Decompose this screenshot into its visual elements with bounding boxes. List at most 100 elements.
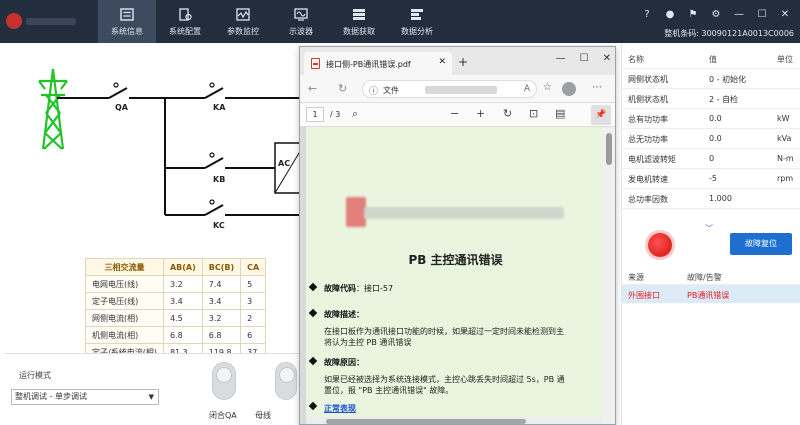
switch-kb-label: KB xyxy=(213,175,226,184)
rotate-icon[interactable]: ↻ xyxy=(503,107,512,120)
fault-row[interactable]: 外围接口 PB通讯错误 xyxy=(622,285,800,303)
horizontal-scrollbar[interactable] xyxy=(306,417,605,424)
toggle-close-qa[interactable] xyxy=(212,362,236,400)
scroll-thumb[interactable] xyxy=(606,133,612,165)
col-header: 值 xyxy=(709,55,717,64)
status-panel: 名称 值 单位 网侧状态机 0 - 初始化 机侧状态机 2 - 自检 总有功功率 0.… xyxy=(621,43,800,425)
row-label: 定子电压(线) xyxy=(85,292,164,310)
fault-code-value: ：接口-57 xyxy=(356,284,394,293)
table-row: 网侧状态机 0 - 初始化 xyxy=(622,69,800,89)
single-line-diagram xyxy=(38,68,301,216)
vertical-scrollbar[interactable] xyxy=(603,127,615,424)
more-options-icon[interactable]: ⋯ xyxy=(592,82,602,93)
status-value: 0 - 初始化 xyxy=(709,75,747,84)
chevron-down-icon[interactable]: ﹀ xyxy=(705,223,713,234)
settings-icon[interactable]: ⚙ xyxy=(709,8,723,22)
read-aloud-icon[interactable]: A xyxy=(524,84,530,94)
bullet-diamond-icon xyxy=(308,401,318,411)
refresh-icon[interactable]: ↻ xyxy=(338,82,347,95)
converter-label: AC xyxy=(278,159,291,168)
close-icon[interactable]: ✕ xyxy=(603,53,611,64)
fault-table-header: 来源 故障/告警 xyxy=(622,267,800,285)
minimize-icon[interactable]: — xyxy=(556,53,566,64)
cell-ab: 4.5 xyxy=(162,309,203,327)
page-number-input[interactable]: 1 xyxy=(306,107,324,122)
status-value: 0.0 xyxy=(709,114,722,123)
tab-param-monitor[interactable]: 参数监控 xyxy=(214,0,272,43)
table-row: 网侧电流(相) 4.5 3.2 2 xyxy=(85,309,267,327)
tab-label: 示波器 xyxy=(289,27,313,36)
run-mode-label: 运行模式 xyxy=(19,371,51,380)
toggle-bus[interactable] xyxy=(275,362,297,400)
switch-kc-label: KC xyxy=(213,221,225,230)
pdf-toolbar: 1 / 3 ⌕ − + ↻ ⊡ ▤ 📌 xyxy=(300,103,615,127)
status-name: 机侧状态机 xyxy=(628,95,668,104)
cell-ca: 2 xyxy=(240,309,267,327)
tab-system-config[interactable]: 系统配置 xyxy=(156,0,214,43)
status-unit: kVa xyxy=(777,134,792,143)
table-row: 电机滤波转矩 0 N-m xyxy=(622,149,800,169)
cell-bc: 6.8 xyxy=(201,326,242,344)
col-header: 故障/告警 xyxy=(687,273,722,282)
data-analysis-icon xyxy=(411,9,423,20)
desc-label: 故障描述 xyxy=(324,310,356,319)
minimize-icon[interactable]: — xyxy=(732,8,746,22)
company-logo-blurred xyxy=(346,197,366,227)
toggle-label: 闭合QA xyxy=(209,411,237,420)
pdf-document-area: PB 主控通讯错误 故障代码：接口-57 故障描述： 在接口板作为通讯接口功能的… xyxy=(300,127,605,424)
desc-text-line: 将认为主控 PB 通讯错误 xyxy=(324,338,412,347)
maximize-icon[interactable]: ☐ xyxy=(580,53,589,64)
browser-tab-pdf[interactable]: 接口侧-PB通讯错误.pdf ✕ xyxy=(304,52,452,75)
scroll-thumb[interactable] xyxy=(326,419,526,424)
status-value: 0.0 xyxy=(709,134,722,143)
pdf-viewer-window: 接口侧-PB通讯错误.pdf ✕ + — ☐ ✕ ← ↻ ⓘ 文件 A ☆ ⋯ xyxy=(299,46,616,425)
bullet-fault-cause: 故障原因： xyxy=(308,356,364,368)
fault-source: 外围接口 xyxy=(628,291,660,300)
col-header: 名称 xyxy=(628,55,644,64)
status-name: 总有功功率 xyxy=(628,115,668,124)
run-mode-select[interactable]: 整机调试 - 单步调试 ▼ xyxy=(11,389,159,405)
favorite-star-icon[interactable]: ☆ xyxy=(543,82,552,93)
bullet-fault-desc: 故障描述： xyxy=(308,308,364,320)
tab-label: 系统信息 xyxy=(111,27,143,36)
flag-icon[interactable]: ⚑ xyxy=(686,8,700,22)
maximize-icon[interactable]: ☐ xyxy=(755,8,769,22)
doc-title: PB 主控通讯错误 xyxy=(408,253,503,267)
user-icon[interactable]: ● xyxy=(663,8,677,22)
tab-data-fetch[interactable]: 数据获取 xyxy=(330,0,388,43)
tab-system-info[interactable]: 系统信息 xyxy=(98,0,156,43)
url-input[interactable]: ⓘ 文件 A xyxy=(362,80,537,98)
zoom-out-icon[interactable]: − xyxy=(450,107,459,120)
zoom-in-icon[interactable]: + xyxy=(476,107,485,120)
browser-tab-strip: 接口侧-PB通讯错误.pdf ✕ + — ☐ ✕ xyxy=(300,47,615,75)
cell-ab: 3.4 xyxy=(162,292,203,310)
toggle-knob xyxy=(216,367,232,383)
help-icon[interactable]: ? xyxy=(640,8,654,22)
fit-page-icon[interactable]: ⊡ xyxy=(529,107,538,120)
tab-data-analysis[interactable]: 数据分析 xyxy=(388,0,446,43)
row-label: 网侧电流(相) xyxy=(85,309,164,327)
close-icon[interactable]: ✕ xyxy=(778,8,792,22)
status-unit: rpm xyxy=(777,174,794,183)
search-icon[interactable]: ⌕ xyxy=(352,107,358,121)
page-view-icon[interactable]: ▤ xyxy=(555,107,565,120)
normal-behavior-link[interactable]: 正常表现 xyxy=(324,403,356,414)
new-tab-icon[interactable]: + xyxy=(458,55,468,69)
back-arrow-icon[interactable]: ← xyxy=(308,82,317,95)
close-tab-icon[interactable]: ✕ xyxy=(438,57,446,67)
table-row: 电网电压(线) 3.2 7.4 5 xyxy=(85,275,267,293)
bullet-diamond-icon xyxy=(308,308,318,318)
fault-reset-button[interactable]: 故障复位 xyxy=(730,233,792,255)
page-total: / 3 xyxy=(330,110,341,119)
col-header: 单位 xyxy=(777,55,793,64)
pin-toolbar-icon[interactable]: 📌 xyxy=(591,105,611,125)
cell-bc: 3.2 xyxy=(201,309,242,327)
col-header: 来源 xyxy=(628,273,644,282)
table-row: 总无功功率 0.0 kVa xyxy=(622,129,800,149)
status-value: 0 xyxy=(709,154,715,163)
profile-avatar[interactable] xyxy=(562,82,576,96)
tab-oscilloscope[interactable]: 示波器 xyxy=(272,0,330,43)
status-value: 1.000 xyxy=(709,194,732,203)
brand-logo xyxy=(6,13,22,29)
machine-serial: 整机条码: 30090121A0013C0006 xyxy=(664,29,794,38)
